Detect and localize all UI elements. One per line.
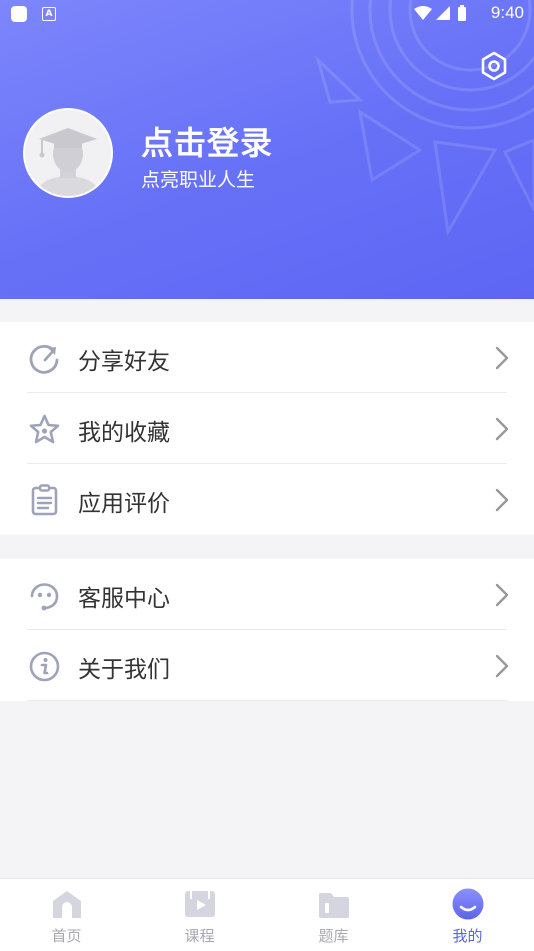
graduate-avatar-icon	[38, 128, 98, 196]
status-time: 9:40	[490, 3, 524, 22]
menu-label: 关于我们	[78, 657, 170, 683]
menu-item-about-us[interactable]: 关于我们	[0, 630, 534, 701]
menu-group-1: 分享好友 我的收藏 应用评价	[0, 322, 534, 535]
battery-icon	[458, 7, 466, 21]
tab-profile[interactable]: 我的	[401, 879, 534, 951]
menu-group-2: 客服中心 关于我们	[0, 559, 534, 701]
tab-question-bank[interactable]: 题库	[267, 879, 400, 951]
login-subtitle: 点亮职业人生	[141, 169, 256, 191]
tab-label: 题库	[318, 927, 349, 945]
chevron-right-icon	[495, 583, 509, 607]
chevron-right-icon	[495, 346, 509, 370]
menu-item-share[interactable]: 分享好友	[0, 322, 534, 393]
menu-label: 客服中心	[78, 586, 170, 612]
profile-icon	[452, 888, 483, 920]
login-title[interactable]: 点击登录	[141, 118, 273, 164]
settings-icon[interactable]	[478, 50, 510, 82]
tab-label: 课程	[184, 927, 215, 945]
status-icons	[414, 5, 466, 21]
tab-label: 首页	[51, 927, 82, 945]
home-icon	[52, 891, 81, 918]
share-icon	[29, 344, 59, 374]
menu-label: 应用评价	[78, 491, 170, 517]
chevron-right-icon	[495, 654, 509, 678]
menu-item-rate-app[interactable]: 应用评价	[0, 464, 534, 535]
bottom-tab-bar: 首页 课程 题库 我的	[0, 878, 534, 951]
star-icon	[29, 414, 60, 444]
chevron-right-icon	[495, 417, 509, 441]
menu-label: 分享好友	[78, 349, 170, 375]
keyboard-icon: A	[42, 7, 56, 21]
menu-item-customer-service[interactable]: 客服中心	[0, 559, 534, 630]
clipboard-icon	[31, 484, 58, 516]
course-video-icon	[184, 891, 215, 917]
menu-item-favorites[interactable]: 我的收藏	[0, 393, 534, 464]
menu-label: 我的收藏	[78, 420, 170, 446]
divider	[27, 700, 507, 701]
signal-icon	[436, 6, 450, 20]
chevron-right-icon	[495, 488, 509, 512]
notification-icon	[11, 6, 27, 22]
question-bank-icon	[318, 893, 349, 918]
tab-home[interactable]: 首页	[0, 879, 133, 951]
info-icon	[29, 651, 60, 682]
wifi-icon	[414, 6, 432, 20]
status-bar: A 9:40	[0, 0, 534, 28]
profile-header: A 9:40 点击登录 点亮职业人生	[0, 0, 534, 299]
avatar[interactable]	[23, 108, 113, 198]
tab-label: 我的	[452, 927, 483, 945]
headset-icon	[30, 583, 59, 611]
tab-course[interactable]: 课程	[133, 879, 266, 951]
